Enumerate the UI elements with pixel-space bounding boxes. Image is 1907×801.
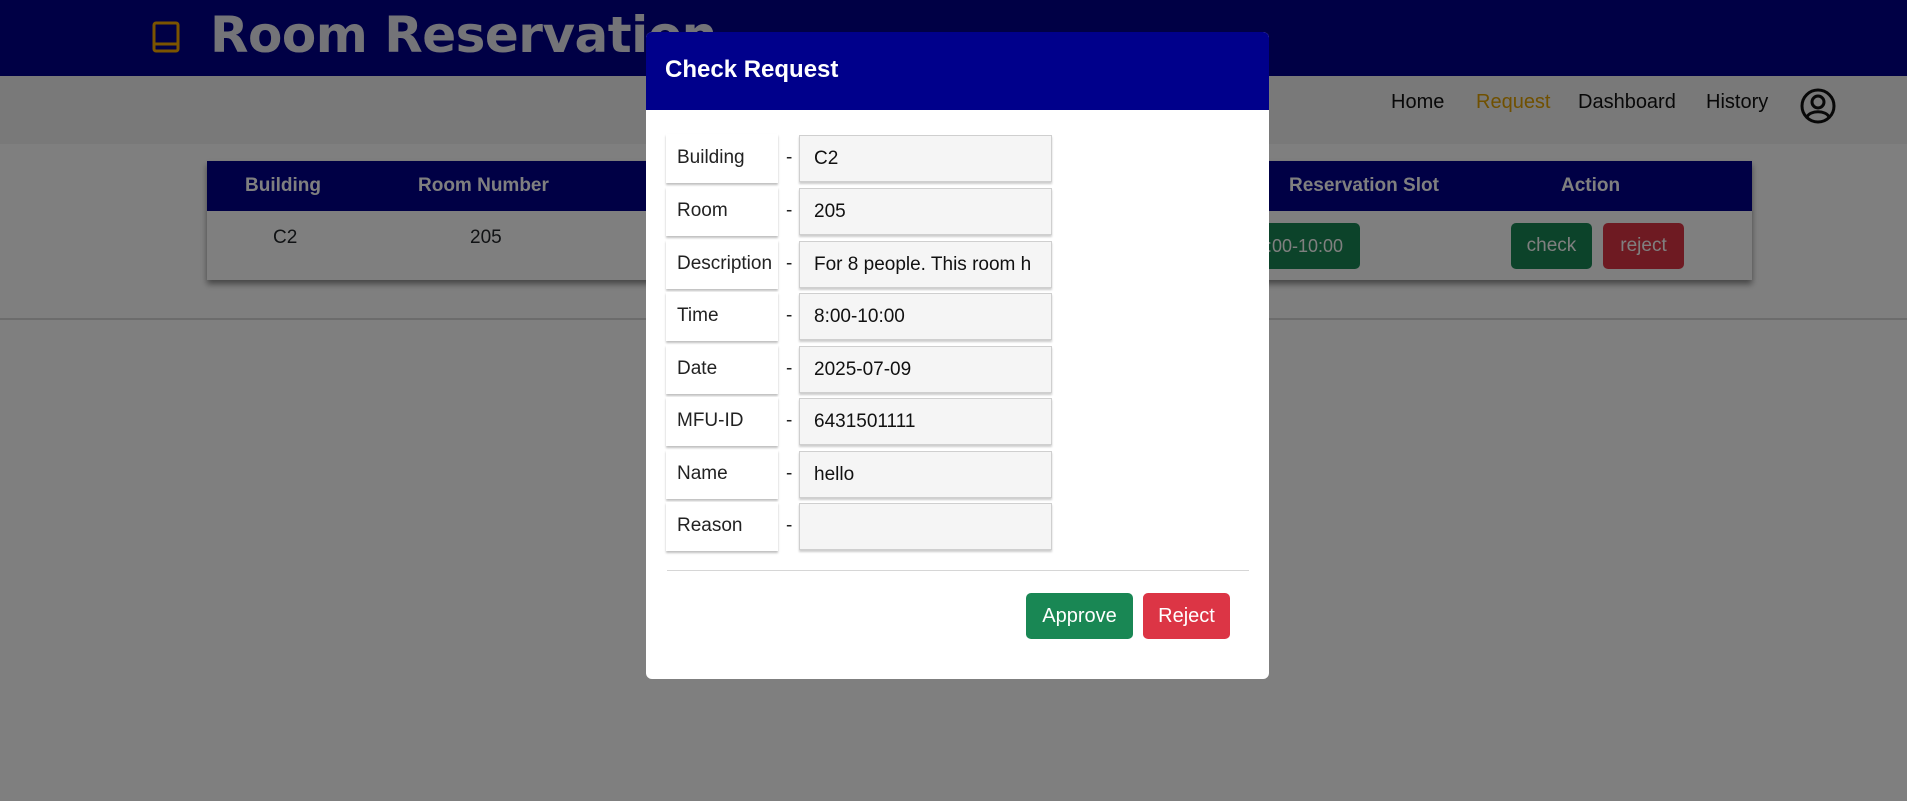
field-separator: - xyxy=(786,305,793,326)
description-input[interactable] xyxy=(799,241,1052,288)
field-separator: - xyxy=(786,515,793,536)
modal-header: Check Request xyxy=(646,32,1269,110)
field-label: Building xyxy=(677,147,745,168)
field-separator: - xyxy=(786,463,793,484)
field-separator: - xyxy=(786,358,793,379)
field-separator: - xyxy=(786,410,793,431)
field-label: Name xyxy=(677,463,728,484)
room-input[interactable] xyxy=(799,188,1052,235)
building-input[interactable] xyxy=(799,135,1052,182)
modal-divider xyxy=(667,570,1249,571)
check-request-modal: Check Request Building - Room - Descript… xyxy=(646,32,1269,679)
field-separator: - xyxy=(786,200,793,221)
reason-input[interactable] xyxy=(799,503,1052,550)
field-label: Room xyxy=(677,200,728,221)
modal-title: Check Request xyxy=(665,56,839,83)
field-building: Building - xyxy=(666,134,1052,184)
field-description: Description - xyxy=(666,240,1052,290)
reject-button[interactable]: Reject xyxy=(1143,593,1230,639)
field-room: Room - xyxy=(666,187,1052,237)
field-label: Time xyxy=(677,305,719,326)
field-time: Time - xyxy=(666,292,1052,342)
field-name: Name - xyxy=(666,450,1052,500)
field-label: Date xyxy=(677,358,718,379)
mfu-id-input[interactable] xyxy=(799,398,1052,445)
field-mfu-id: MFU-ID - xyxy=(666,397,1052,447)
field-date: Date - xyxy=(666,345,1052,395)
field-label: Reason xyxy=(677,515,743,536)
field-separator: - xyxy=(786,147,793,168)
time-input[interactable] xyxy=(799,293,1052,340)
field-reason: Reason - xyxy=(666,502,1052,552)
field-label: Description xyxy=(677,253,773,274)
name-input[interactable] xyxy=(799,451,1052,498)
approve-button[interactable]: Approve xyxy=(1026,593,1133,639)
date-input[interactable] xyxy=(799,346,1052,393)
field-label: MFU-ID xyxy=(677,410,744,431)
field-separator: - xyxy=(786,253,793,274)
